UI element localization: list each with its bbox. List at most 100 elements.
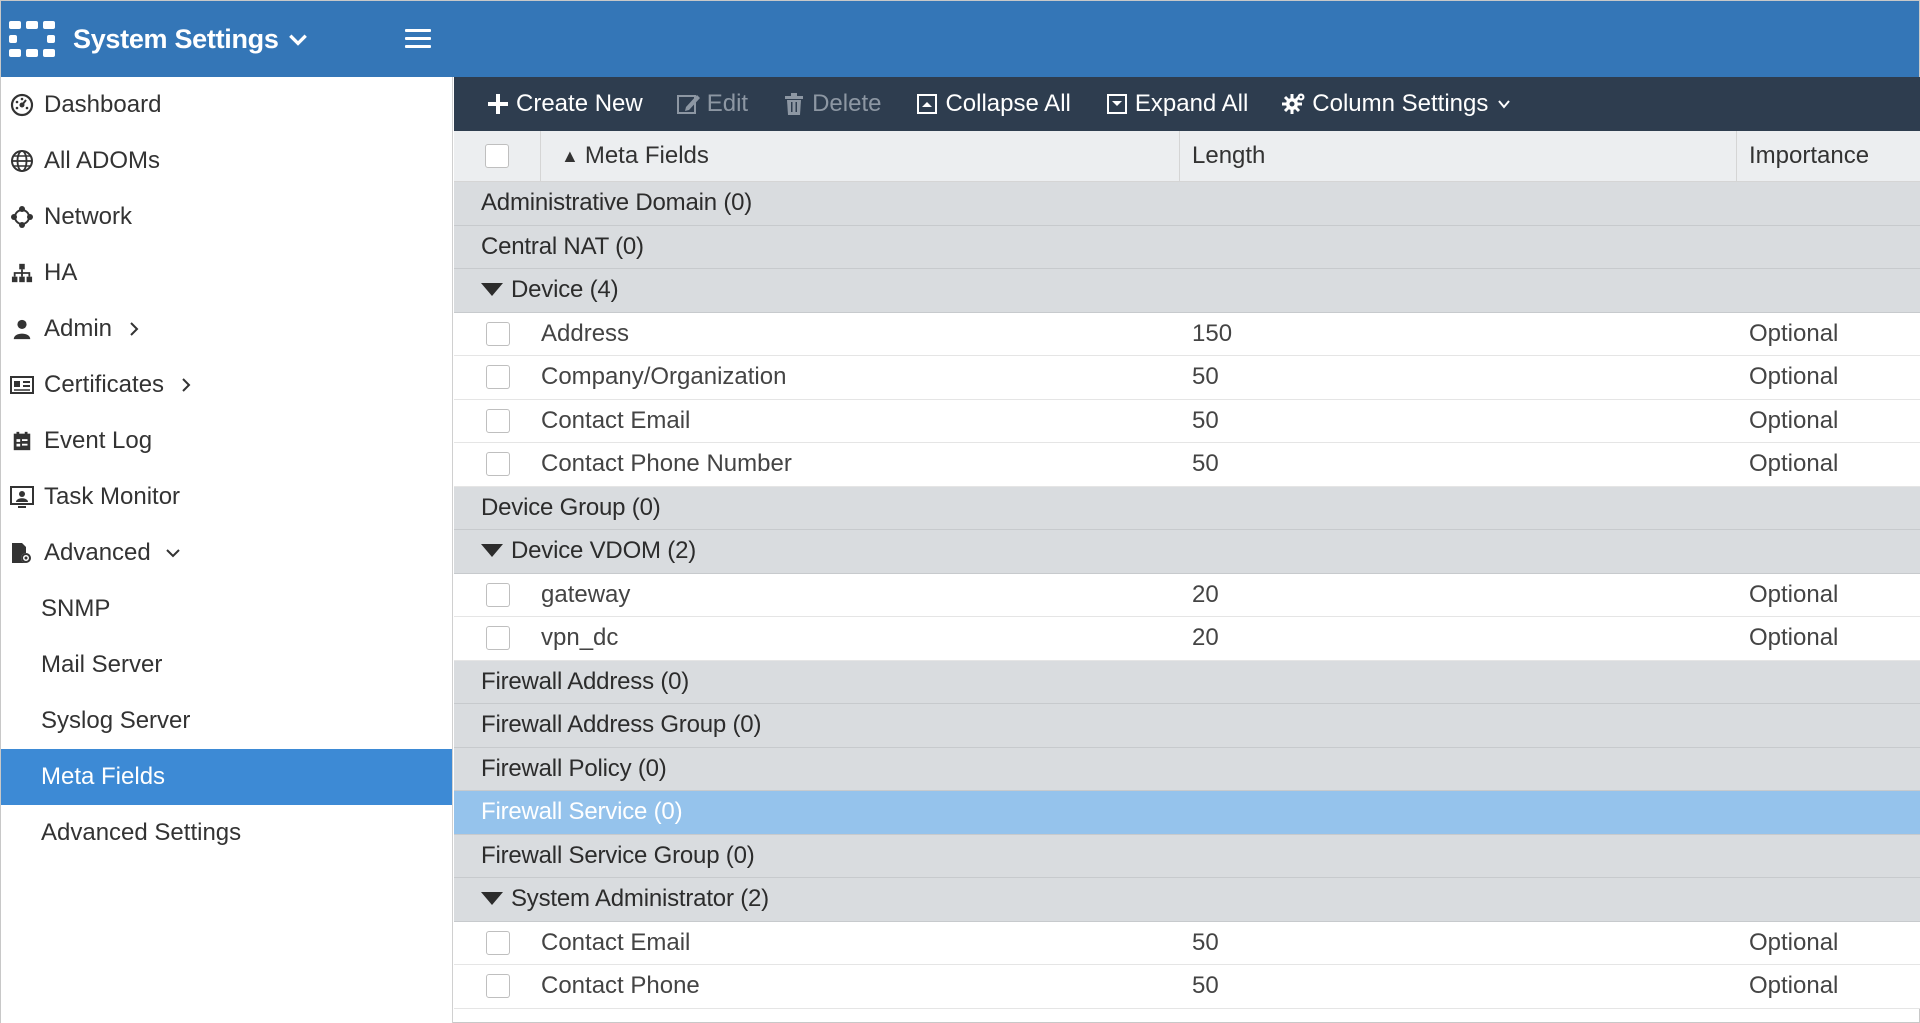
row-checkbox[interactable] <box>485 452 510 477</box>
caret-down-icon[interactable] <box>481 283 503 297</box>
sidebar-item-task-monitor[interactable]: Task Monitor <box>1 469 452 525</box>
gear-icon <box>1282 92 1306 116</box>
group-label: Device VDOM (2) <box>511 537 697 565</box>
chevron-down-icon <box>166 549 180 558</box>
edit-button[interactable]: Edit <box>676 90 748 118</box>
cell-length: 20 <box>1192 624 1219 652</box>
table-row[interactable]: Contact Email 50 Optional <box>454 399 1920 443</box>
sidebar-item-label: Dashboard <box>44 91 162 118</box>
table-row[interactable]: vpn_dc 20 Optional <box>454 617 1920 661</box>
group-label: Administrative Domain (0) <box>481 189 753 217</box>
sidebar-subitem-mail-server[interactable]: Mail Server <box>1 637 452 693</box>
group-label: Firewall Policy (0) <box>481 754 667 782</box>
collapse-icon <box>915 92 939 116</box>
cell-length: 50 <box>1192 928 1219 956</box>
sidebar-item-label: Syslog Server <box>41 707 191 734</box>
cell-name: vpn_dc <box>541 624 619 652</box>
sidebar-item-certificates[interactable]: Certificates <box>1 357 452 413</box>
sidebar-subitem-snmp[interactable]: SNMP <box>1 581 452 637</box>
group-row-firewall-address-group[interactable]: Firewall Address Group (0) <box>454 704 1920 748</box>
cell-length: 150 <box>1192 319 1233 347</box>
dashboard-icon <box>9 92 35 118</box>
delete-button[interactable]: Delete <box>782 90 881 118</box>
cell-name: gateway <box>541 580 631 608</box>
cell-length: 50 <box>1192 363 1219 391</box>
row-checkbox[interactable] <box>485 408 510 433</box>
app-window: System Settings Dashboard All ADOMs Netw… <box>0 0 1920 1023</box>
group-label: Central NAT (0) <box>481 232 644 260</box>
sidebar-item-label: Network <box>44 203 133 230</box>
expand-all-button[interactable]: Expand All <box>1105 90 1248 118</box>
sidebar-subitem-advanced-settings[interactable]: Advanced Settings <box>1 805 452 861</box>
sidebar-item-admin[interactable]: Admin <box>1 301 452 357</box>
caret-down-icon[interactable] <box>481 544 503 558</box>
menu-toggle-icon[interactable] <box>405 29 431 49</box>
table-header: ▲ Meta Fields Length Importance <box>454 131 1920 182</box>
create-new-button[interactable]: Create New <box>486 90 643 118</box>
table-row[interactable]: Address 150 Optional <box>454 312 1920 356</box>
cell-importance: Optional <box>1749 972 1839 1000</box>
group-row-firewall-service-group[interactable]: Firewall Service Group (0) <box>454 834 1920 878</box>
sidebar-item-advanced[interactable]: Advanced <box>1 525 452 581</box>
column-header-length[interactable]: Length <box>1180 131 1737 181</box>
sidebar-item-ha[interactable]: HA <box>1 245 452 301</box>
select-all-checkbox[interactable] <box>485 144 509 168</box>
group-row-device-group[interactable]: Device Group (0) <box>454 486 1920 530</box>
sidebar-item-label: Certificates <box>44 371 165 398</box>
sidebar-item-label: Advanced <box>44 539 151 566</box>
cell-length: 50 <box>1192 450 1219 478</box>
collapse-all-label: Collapse All <box>945 90 1071 117</box>
globe-icon <box>9 148 35 174</box>
collapse-all-button[interactable]: Collapse All <box>915 90 1071 118</box>
row-checkbox[interactable] <box>485 930 510 955</box>
group-row-system-administrator[interactable]: System Administrator (2) <box>454 878 1920 922</box>
row-checkbox[interactable] <box>485 321 510 346</box>
column-header-meta-fields[interactable]: ▲ Meta Fields <box>541 131 1180 181</box>
cell-length: 20 <box>1192 580 1219 608</box>
cell-name: Contact Phone Number <box>541 450 792 478</box>
group-row-firewall-address[interactable]: Firewall Address (0) <box>454 660 1920 704</box>
column-settings-button[interactable]: Column Settings <box>1282 90 1512 118</box>
row-checkbox[interactable] <box>485 974 510 999</box>
group-row-firewall-service[interactable]: Firewall Service (0) <box>454 791 1920 835</box>
row-checkbox[interactable] <box>485 626 510 651</box>
table-row[interactable]: gateway 20 Optional <box>454 573 1920 617</box>
group-row-device[interactable]: Device (4) <box>454 269 1920 313</box>
group-label: Device Group (0) <box>481 493 661 521</box>
caret-down-icon[interactable] <box>481 892 503 906</box>
sidebar-item-network[interactable]: Network <box>1 189 452 245</box>
group-label: Firewall Address Group (0) <box>481 711 762 739</box>
cell-name: Address <box>541 319 630 347</box>
chevron-right-icon <box>130 322 139 336</box>
certificate-icon <box>9 372 35 398</box>
table-row[interactable]: Contact Phone 50 Optional <box>454 965 1920 1009</box>
group-label: Device (4) <box>511 276 619 304</box>
sidebar-item-event-log[interactable]: Event Log <box>1 413 452 469</box>
sidebar-item-label: Mail Server <box>41 651 163 678</box>
app-title-dropdown[interactable]: System Settings <box>73 24 309 55</box>
table-row[interactable]: Company/Organization 50 Optional <box>454 356 1920 400</box>
group-row-device-vdom[interactable]: Device VDOM (2) <box>454 530 1920 574</box>
group-row-firewall-policy[interactable]: Firewall Policy (0) <box>454 747 1920 791</box>
cell-importance: Optional <box>1749 406 1839 434</box>
group-row-central-nat[interactable]: Central NAT (0) <box>454 225 1920 269</box>
column-header-label: Meta Fields <box>584 142 709 169</box>
top-header: System Settings <box>1 1 1919 77</box>
table-row[interactable]: Contact Phone Number 50 Optional <box>454 443 1920 487</box>
row-checkbox[interactable] <box>485 365 510 390</box>
cell-importance: Optional <box>1749 580 1839 608</box>
sidebar: Dashboard All ADOMs Network HA Admin Cer… <box>1 77 453 1023</box>
sidebar-item-dashboard[interactable]: Dashboard <box>1 77 452 133</box>
sidebar-subitem-syslog-server[interactable]: Syslog Server <box>1 693 452 749</box>
create-new-label: Create New <box>516 90 643 117</box>
edit-icon <box>676 92 701 116</box>
cell-length: 50 <box>1192 972 1219 1000</box>
sidebar-item-label: All ADOMs <box>44 147 161 174</box>
group-row-administrative-domain[interactable]: Administrative Domain (0) <box>454 182 1920 226</box>
row-checkbox[interactable] <box>485 582 510 607</box>
column-header-importance[interactable]: Importance <box>1737 131 1920 181</box>
table-row[interactable]: Contact Email 50 Optional <box>454 921 1920 965</box>
sidebar-item-all-adoms[interactable]: All ADOMs <box>1 133 452 189</box>
task-monitor-icon <box>9 484 35 510</box>
sidebar-subitem-meta-fields[interactable]: Meta Fields <box>1 749 452 805</box>
